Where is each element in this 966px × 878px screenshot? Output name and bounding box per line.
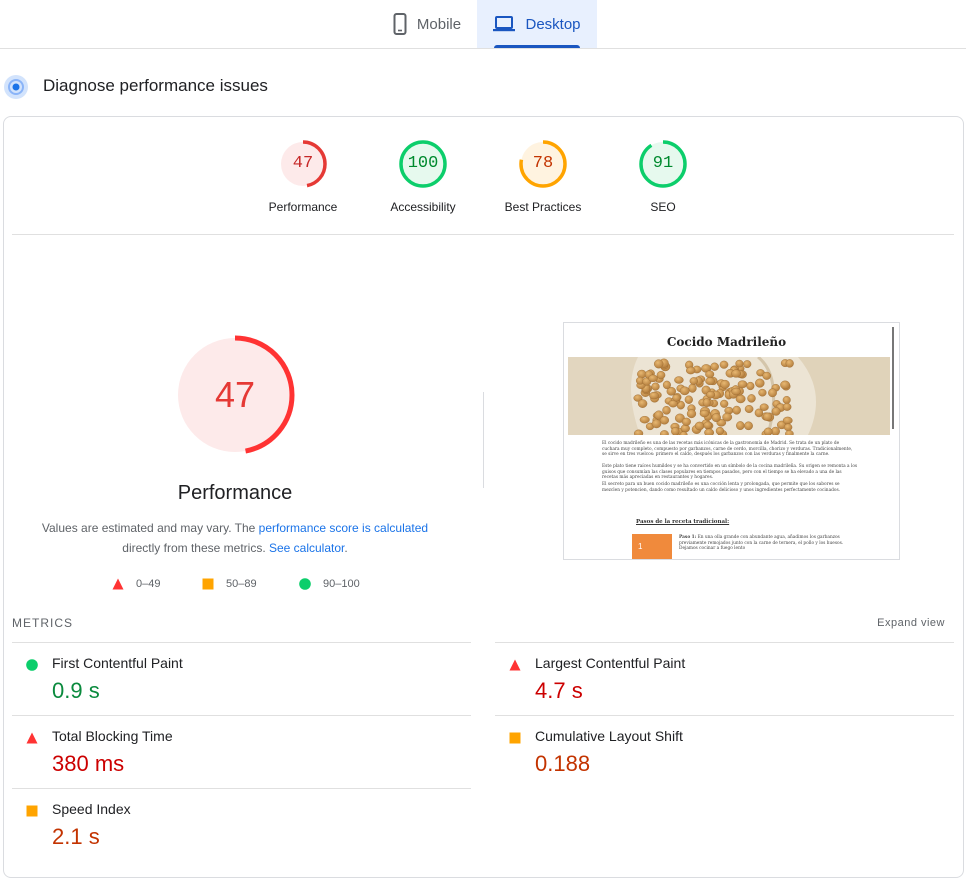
metrics-heading: METRICS [12, 616, 73, 630]
screenshot-paragraph: Este plato tiene raíces humildes y se ha… [602, 464, 858, 480]
lighthouse-icon [4, 75, 28, 99]
square-icon [26, 805, 38, 817]
metric-name: Total Blocking Time [52, 728, 173, 744]
screenshot-subheading: Pasos de la receta tradicional: [636, 519, 730, 525]
note-text: Values are estimated and may vary. The [41, 521, 259, 535]
chickpeas-image [568, 357, 890, 435]
gauge-accessibility[interactable]: 100 Accessibility [368, 138, 478, 214]
laptop-icon [493, 16, 516, 32]
screenshot-paragraph: El secreto para un buen cocido madrileño… [602, 482, 841, 493]
metric-value: 380 ms [52, 751, 125, 776]
screenshot-step: Paso 1: En una olla grande con abundante… [679, 535, 854, 552]
gauge-score: 47 [292, 154, 314, 173]
metric-value: 0.9 s [52, 678, 100, 703]
metric-name: Cumulative Layout Shift [535, 728, 683, 744]
gauge-best-practices[interactable]: 78 Best Practices [488, 138, 598, 214]
performance-title: Performance [177, 482, 293, 504]
gauge-score: 91 [652, 154, 674, 173]
step-label: Paso 1: [679, 535, 697, 540]
triangle-icon [509, 659, 521, 671]
metric-name: Speed Index [52, 801, 131, 817]
score-note: Values are estimated and may vary. The p… [30, 518, 440, 558]
gauge-label: Accessibility [390, 200, 456, 214]
vertical-divider [483, 392, 484, 488]
circle-icon [26, 659, 38, 671]
gauge-label: SEO [650, 200, 676, 214]
metric-tbt: Total Blocking Time 380 ms [12, 715, 471, 788]
tab-mobile[interactable]: Mobile [378, 0, 476, 48]
scrollbar [892, 327, 894, 429]
metric-value: 0.188 [535, 751, 591, 776]
tab-active-indicator [494, 45, 580, 48]
metric-value: 2.1 s [52, 824, 100, 849]
gauge-label: Best Practices [504, 200, 582, 214]
step-image: 1 [632, 534, 672, 559]
legend-range: 50–89 [226, 578, 257, 590]
expand-view-button[interactable]: Expand view [877, 617, 945, 629]
gauge-ring: 100 [397, 138, 449, 190]
metric-cls: Cumulative Layout Shift 0.188 [495, 715, 954, 788]
metric-fcp: First Contentful Paint 0.9 s [12, 642, 471, 715]
metric-value: 4.7 s [535, 678, 583, 703]
gauge-seo[interactable]: 91 SEO [608, 138, 718, 214]
step-text: En una olla grande con abundante agua, a… [679, 535, 844, 551]
legend-fail: 0–49 [112, 578, 160, 590]
metric-speed-index: Speed Index 2.1 s [12, 788, 471, 861]
divider [12, 234, 954, 235]
tab-desktop[interactable]: Desktop [477, 0, 597, 48]
category-gauges: 47 Performance 100 Accessibility 78 Best… [0, 138, 966, 218]
gauge-score: 100 [407, 154, 439, 173]
legend-range: 0–49 [136, 578, 161, 590]
score-legend: 0–49 50–89 90–100 [0, 578, 480, 596]
gauge-label: Performance [268, 200, 338, 214]
circle-icon [299, 578, 311, 590]
gauge-ring: 47 [277, 138, 329, 190]
metric-name: Largest Contentful Paint [535, 655, 686, 671]
phone-icon [393, 13, 407, 35]
tab-desktop-label: Desktop [525, 15, 581, 33]
legend-pass: 90–100 [299, 578, 360, 590]
final-screenshot[interactable]: Cocido Madrileño El cocido madrileño es … [563, 322, 900, 560]
note-text: . [344, 541, 348, 555]
screenshot-paragraph: El cocido madrileño es una de las receta… [602, 441, 853, 457]
gauge-score: 78 [532, 154, 554, 173]
tab-mobile-label: Mobile [416, 15, 462, 33]
gauge-ring: 91 [637, 138, 689, 190]
see-calculator-link[interactable]: See calculator [269, 541, 344, 555]
note-text: directly from these metrics. [122, 541, 269, 555]
metric-name: First Contentful Paint [52, 655, 183, 671]
performance-score: 47 [214, 374, 256, 415]
performance-score-link[interactable]: performance score is calculated [259, 521, 428, 535]
metric-lcp: Largest Contentful Paint 4.7 s [495, 642, 954, 715]
legend-range: 90–100 [323, 578, 360, 590]
square-icon [202, 578, 214, 590]
square-icon [509, 732, 521, 744]
performance-gauge-large: 47 [175, 335, 295, 455]
legend-average: 50–89 [202, 578, 257, 590]
gauge-ring: 78 [517, 138, 569, 190]
device-tabs: Mobile Desktop [0, 0, 966, 49]
triangle-icon [26, 732, 38, 744]
triangle-icon [112, 578, 124, 590]
page-title: Diagnose performance issues [43, 76, 268, 95]
gauge-performance[interactable]: 47 Performance [248, 138, 358, 214]
screenshot-title: Cocido Madrileño [666, 335, 787, 349]
